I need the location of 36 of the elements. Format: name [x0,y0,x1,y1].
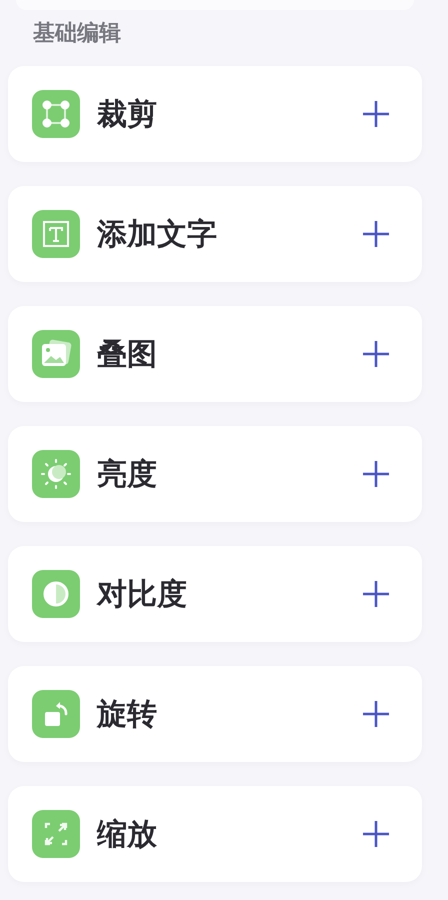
tool-card[interactable]: 亮度 [8,426,422,522]
plus-icon [360,698,392,730]
plus-icon [360,818,392,850]
contrast-icon [32,570,80,618]
tool-label: 缩放 [97,816,158,854]
add-button[interactable] [360,458,392,490]
add-button[interactable] [360,818,392,850]
tool-card[interactable]: 裁剪 [8,66,422,162]
tool-card[interactable]: 叠图 [8,306,422,402]
plus-icon [360,98,392,130]
tool-label: 添加文字 [97,216,218,254]
add-button[interactable] [360,578,392,610]
tool-card[interactable]: 缩放 [8,786,422,882]
section-title: 基础编辑 [33,20,122,48]
tool-label: 旋转 [97,696,158,734]
tool-label: 裁剪 [97,96,158,134]
plus-icon [360,338,392,370]
tool-card[interactable]: 旋转 [8,666,422,762]
crop-icon [32,90,80,138]
rotate-icon [32,690,80,738]
add-button[interactable] [360,98,392,130]
add-button[interactable] [360,698,392,730]
tool-label: 叠图 [97,336,158,374]
tool-label: 亮度 [97,456,158,494]
plus-icon [360,218,392,250]
tool-label: 对比度 [97,576,188,614]
text-icon [32,210,80,258]
sun-icon [32,450,80,498]
add-button[interactable] [360,218,392,250]
plus-icon [360,458,392,490]
plus-icon [360,578,392,610]
tool-card[interactable]: 对比度 [8,546,422,642]
image-icon [32,330,80,378]
expand-icon [32,810,80,858]
tool-card[interactable]: 添加文字 [8,186,422,282]
add-button[interactable] [360,338,392,370]
